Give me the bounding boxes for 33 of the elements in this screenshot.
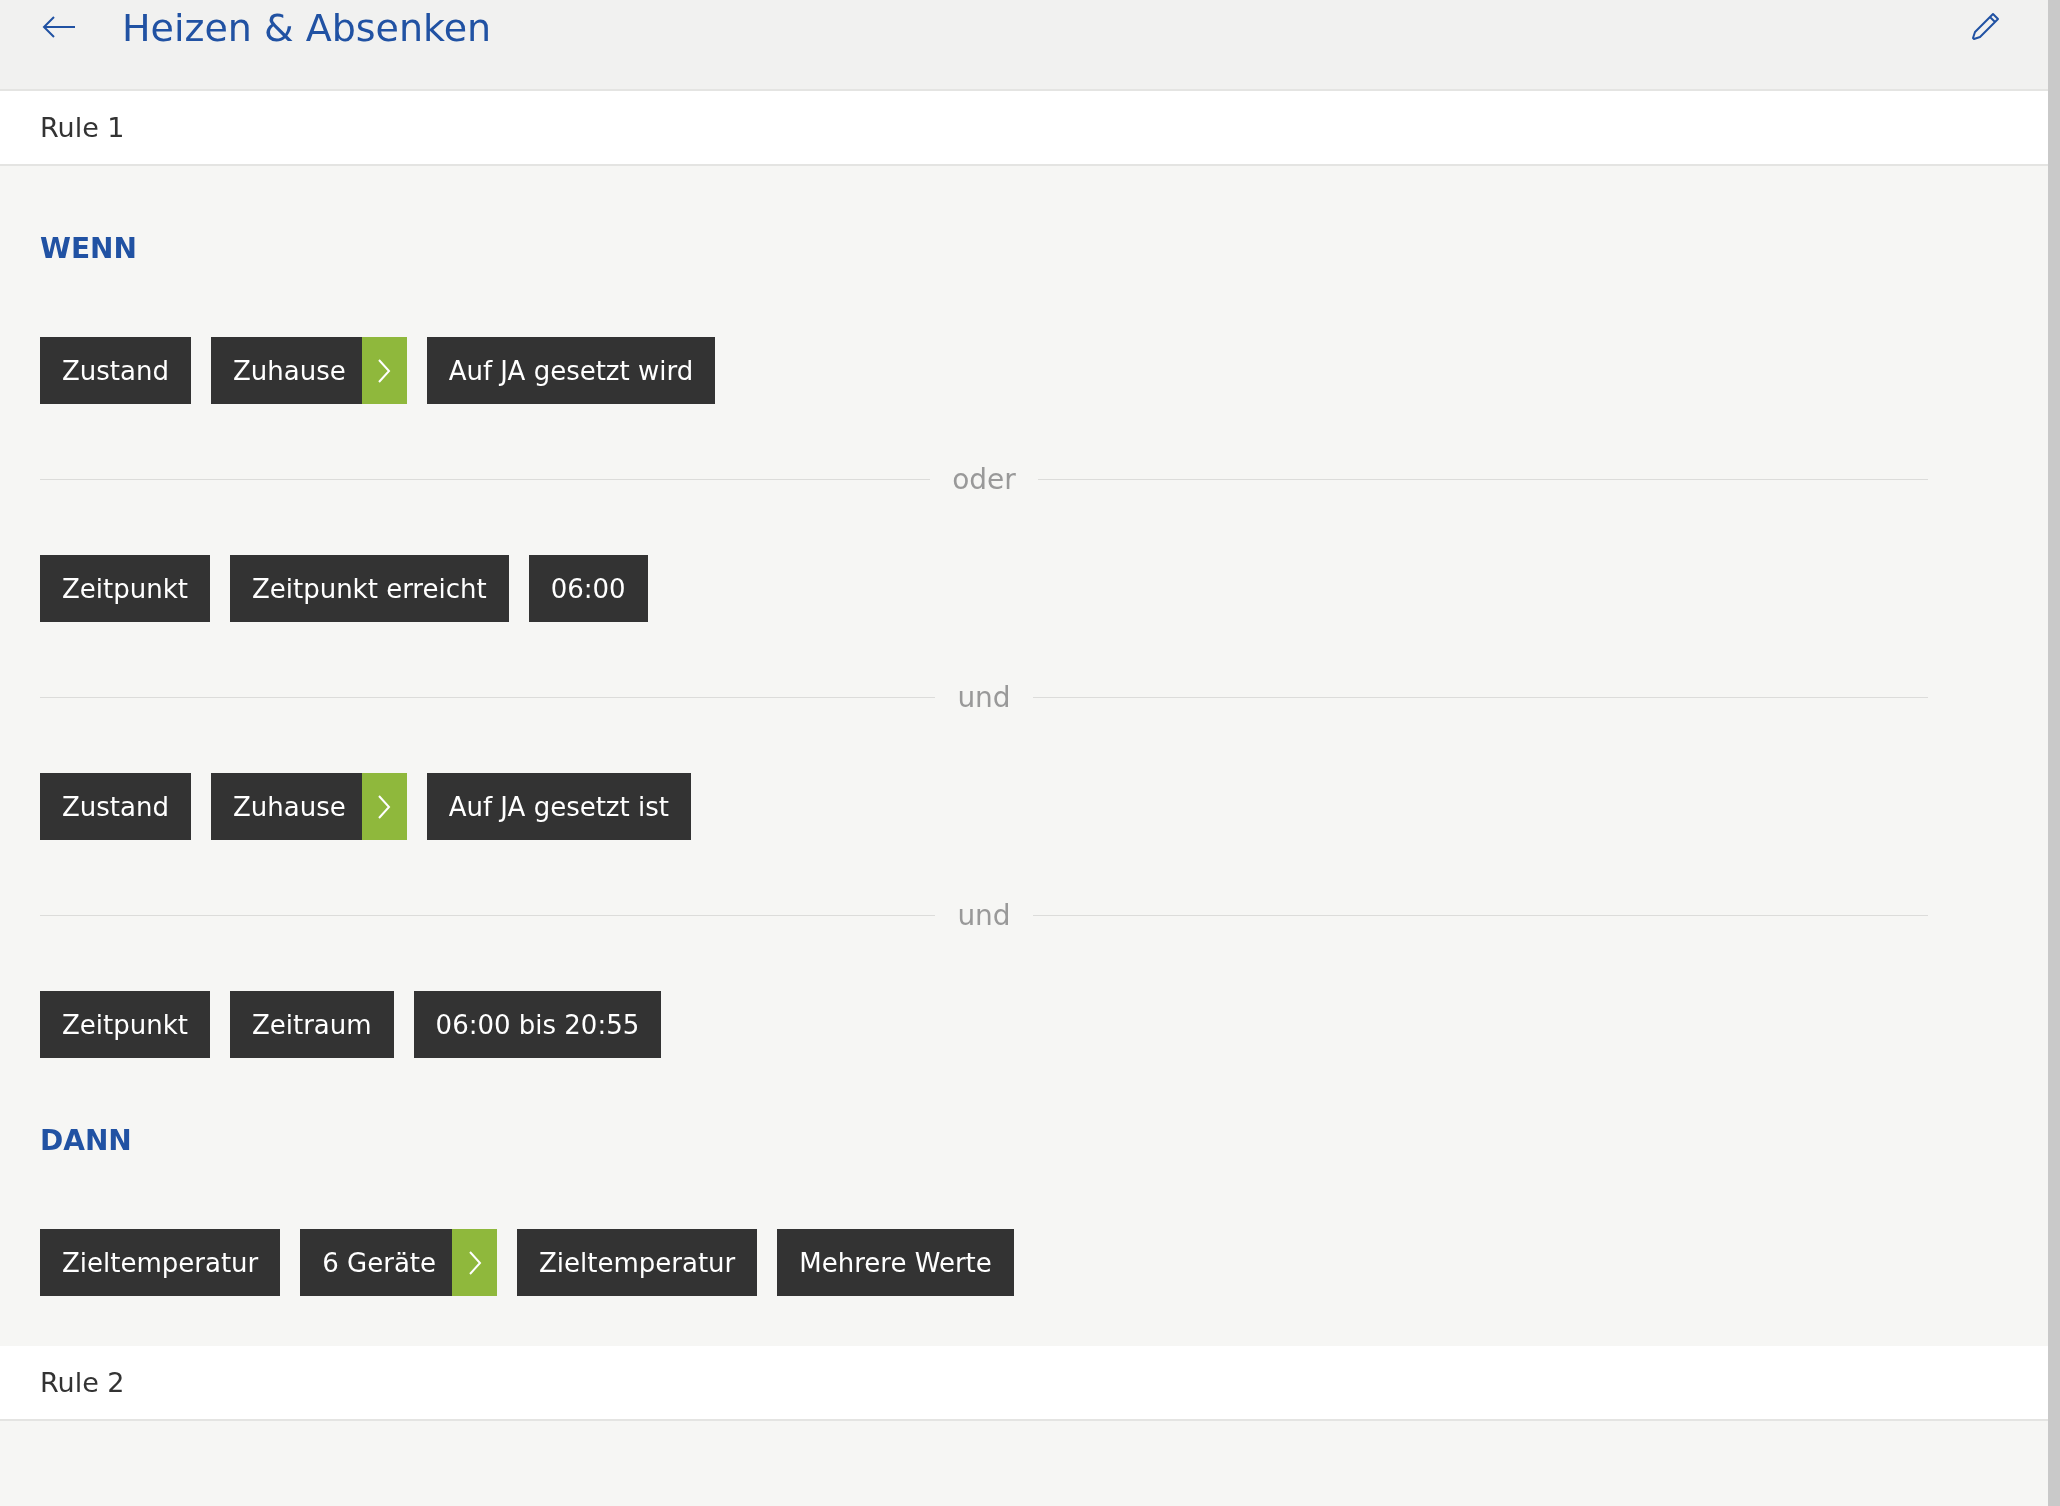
rule-header[interactable]: Rule 1 — [0, 91, 2048, 166]
connector-label: und — [957, 681, 1011, 714]
device-chip[interactable]: 6 Geräte — [300, 1229, 498, 1296]
connector-label: oder — [952, 463, 1016, 496]
chip-label: 6 Geräte — [322, 1247, 437, 1278]
rule-label: Rule 2 — [40, 1367, 125, 1398]
section-heading: WENN — [40, 232, 138, 265]
device-chip[interactable]: Zuhause — [210, 773, 407, 840]
condition-chip[interactable]: Zustand — [40, 773, 191, 840]
condition-chip[interactable]: Auf JA gesetzt ist — [426, 773, 691, 840]
chip-label: Zuhause — [232, 355, 346, 386]
connector-label: und — [957, 899, 1011, 932]
condition-chip[interactable]: Auf JA gesetzt wird — [426, 337, 716, 404]
condition-chip[interactable]: Zieltemperatur — [517, 1229, 758, 1296]
chip-label: Zuhause — [232, 791, 346, 822]
condition-chip[interactable]: Zeitpunkt — [40, 991, 210, 1058]
device-chip[interactable]: Zuhause — [210, 337, 407, 404]
condition-chip[interactable]: 06:00 bis 20:55 — [413, 991, 662, 1058]
chevron-right-icon — [452, 1229, 498, 1296]
section-heading: DANN — [40, 1124, 133, 1157]
condition-chip[interactable]: Zustand — [40, 337, 191, 404]
chevron-right-icon — [361, 773, 407, 840]
back-arrow-icon[interactable] — [42, 16, 76, 38]
condition-chip[interactable]: Zieltemperatur — [40, 1229, 281, 1296]
condition-chip[interactable]: Zeitraum — [229, 991, 394, 1058]
condition-chip[interactable]: Zeitpunkt — [40, 555, 210, 622]
rule-label: Rule 1 — [40, 112, 125, 143]
condition-chip[interactable]: 06:00 — [528, 555, 648, 622]
condition-chip[interactable]: Mehrere Werte — [777, 1229, 1014, 1296]
condition-chip[interactable]: Zeitpunkt erreicht — [229, 555, 509, 622]
page-title: Heizen & Absenken — [122, 12, 492, 44]
rule-header[interactable]: Rule 2 — [0, 1346, 2048, 1421]
chevron-right-icon — [361, 337, 407, 404]
